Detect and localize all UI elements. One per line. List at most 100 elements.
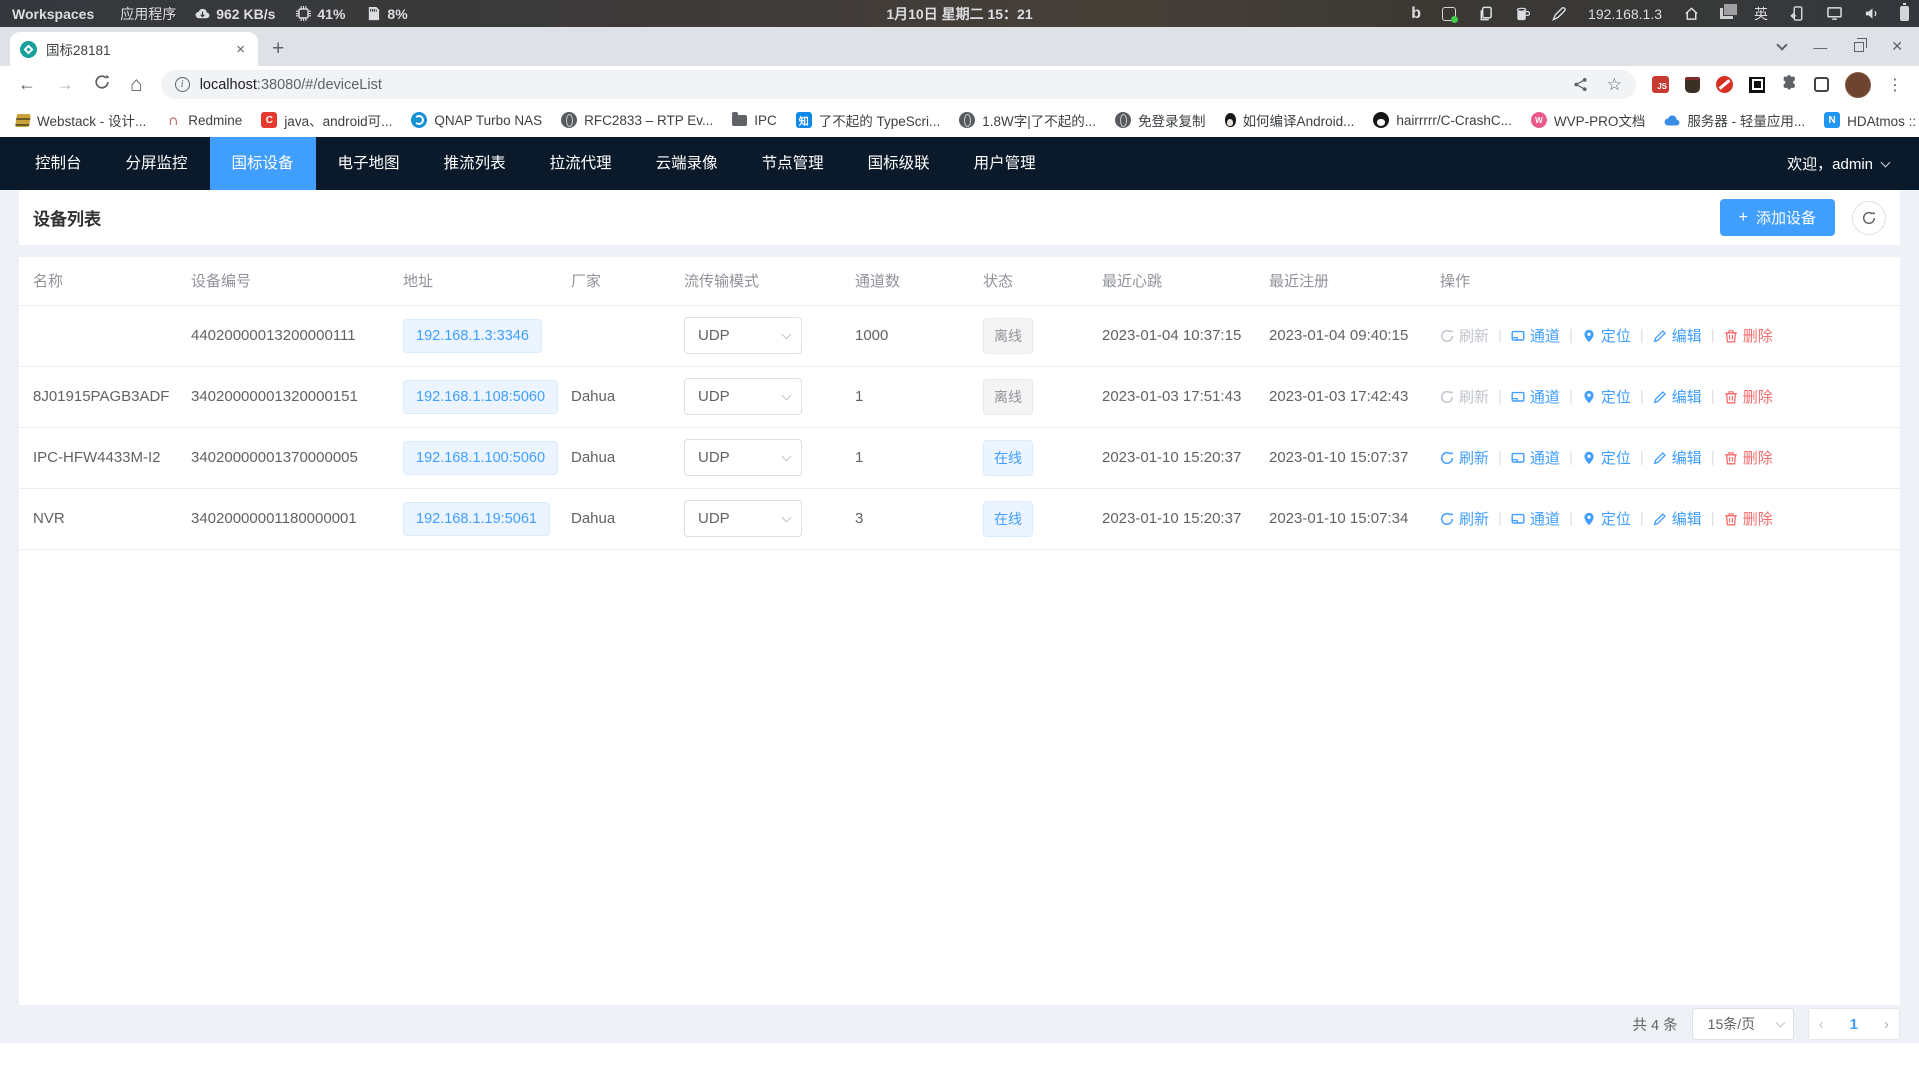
nav-item-pull-proxy[interactable]: 拉流代理: [528, 137, 634, 190]
edit-action[interactable]: 编辑: [1653, 447, 1702, 468]
js-extension-icon[interactable]: JS: [1652, 76, 1669, 93]
delete-action[interactable]: 删除: [1724, 447, 1773, 468]
bookmark-item[interactable]: 如何编译Android...: [1225, 110, 1355, 130]
home-button[interactable]: ⌂: [120, 73, 153, 97]
cell-manufacturer: Dahua: [563, 488, 676, 549]
channel-action[interactable]: 通道: [1511, 325, 1560, 346]
site-info-icon[interactable]: i: [175, 77, 190, 92]
edit-action[interactable]: 编辑: [1653, 508, 1702, 529]
battery-icon[interactable]: [1900, 6, 1909, 21]
bookmark-item[interactable]: QNAP Turbo NAS: [411, 112, 542, 128]
side-panel-icon[interactable]: [1814, 77, 1829, 92]
edit-action[interactable]: 编辑: [1653, 386, 1702, 407]
bookmark-item[interactable]: Webstack - 设计...: [16, 110, 146, 130]
bookmark-item[interactable]: 免登录复制: [1115, 110, 1206, 130]
stream-mode-select[interactable]: UDP: [684, 439, 802, 476]
refresh-action[interactable]: 刷新: [1440, 447, 1489, 468]
home-tray-icon[interactable]: [1683, 6, 1699, 22]
volume-icon[interactable]: [1863, 6, 1879, 22]
github-favicon-icon: [1373, 112, 1389, 128]
screenshot-app-tray-icon[interactable]: [1442, 7, 1456, 21]
reload-button[interactable]: [84, 74, 120, 95]
refresh-action[interactable]: 刷新: [1440, 386, 1489, 407]
edit-action[interactable]: 编辑: [1653, 325, 1702, 346]
prev-page-button[interactable]: ‹: [1819, 1016, 1824, 1033]
nav-item-node-manage[interactable]: 节点管理: [740, 137, 846, 190]
workspaces-button[interactable]: Workspaces: [12, 6, 94, 22]
display-icon[interactable]: [1826, 6, 1842, 22]
restore-button[interactable]: [1854, 42, 1864, 52]
blocker-extension-icon[interactable]: [1716, 76, 1733, 93]
bookmark-item[interactable]: 服务器 - 轻量应用...: [1664, 110, 1805, 130]
clipboard-tray-icon[interactable]: [1477, 6, 1493, 22]
bookmark-item[interactable]: Cjava、android可...: [261, 110, 392, 130]
input-method-indicator[interactable]: 英: [1754, 4, 1768, 24]
black-square-extension-icon[interactable]: [1749, 77, 1765, 93]
next-page-button[interactable]: ›: [1884, 1016, 1889, 1033]
bookmark-item[interactable]: 1.8W字|了不起的...: [959, 110, 1096, 130]
delete-action[interactable]: 删除: [1724, 508, 1773, 529]
color-picker-tray-icon[interactable]: [1551, 6, 1567, 22]
bookmark-item[interactable]: RFC2833 – RTP Ev...: [561, 112, 713, 128]
minimize-button[interactable]: —: [1813, 39, 1827, 55]
delete-action[interactable]: 删除: [1724, 325, 1773, 346]
close-window-button[interactable]: ✕: [1891, 38, 1903, 55]
back-button[interactable]: ←: [8, 74, 46, 95]
locate-action[interactable]: 定位: [1582, 325, 1631, 346]
current-page[interactable]: 1: [1850, 1016, 1858, 1033]
tab-close-icon[interactable]: ×: [233, 41, 248, 58]
nav-item-gb-cascade[interactable]: 国标级联: [846, 137, 952, 190]
user-menu[interactable]: 欢迎，admin: [1787, 153, 1919, 174]
nav-item-cloud-record[interactable]: 云端录像: [634, 137, 740, 190]
coffee-tray-icon[interactable]: [1514, 6, 1530, 22]
channel-action[interactable]: 通道: [1511, 447, 1560, 468]
browser-tab[interactable]: 国标28181 ×: [10, 32, 258, 66]
locate-action[interactable]: 定位: [1582, 386, 1631, 407]
cell-device-id: 34020000001370000005: [183, 427, 395, 488]
ip-address-indicator[interactable]: 192.168.1.3: [1588, 6, 1662, 22]
browser-menu-icon[interactable]: ⋮: [1887, 75, 1903, 95]
channel-action[interactable]: 通道: [1511, 386, 1560, 407]
nav-item-map[interactable]: 电子地图: [316, 137, 422, 190]
bookmark-item[interactable]: NHDAtmos :: 种子 *...: [1824, 110, 1919, 130]
workspace-switcher-icon[interactable]: [1720, 8, 1733, 19]
forward-button[interactable]: →: [46, 74, 84, 95]
bookmark-item[interactable]: hairrrrr/C-CrashC...: [1373, 112, 1512, 128]
delete-action[interactable]: 删除: [1724, 386, 1773, 407]
profile-avatar[interactable]: [1845, 72, 1871, 98]
refresh-action[interactable]: 刷新: [1440, 508, 1489, 529]
locate-action[interactable]: 定位: [1582, 447, 1631, 468]
stream-mode-select[interactable]: UDP: [684, 317, 802, 354]
nav-item-split-monitor[interactable]: 分屏监控: [104, 137, 210, 190]
nav-item-push-list[interactable]: 推流列表: [422, 137, 528, 190]
dark-extension-icon[interactable]: [1685, 77, 1700, 93]
tab-search-chevron-icon[interactable]: [1777, 39, 1788, 50]
nav-item-console[interactable]: 控制台: [13, 137, 104, 190]
applications-menu[interactable]: 应用程序: [120, 4, 176, 24]
refresh-action[interactable]: 刷新: [1440, 325, 1489, 346]
globe-favicon-icon: [959, 112, 975, 128]
refresh-list-button[interactable]: [1852, 201, 1886, 235]
locate-action[interactable]: 定位: [1582, 508, 1631, 529]
cpu-usage-indicator: 41%: [295, 6, 345, 22]
bookmark-item[interactable]: ∩Redmine: [165, 112, 242, 128]
bing-tray-icon[interactable]: b: [1411, 5, 1421, 23]
phone-link-icon[interactable]: [1789, 6, 1805, 22]
page-size-select[interactable]: 15条/页: [1692, 1008, 1794, 1040]
stream-mode-select[interactable]: UDP: [684, 378, 802, 415]
bookmark-item[interactable]: WWVP-PRO文档: [1531, 110, 1646, 130]
bookmark-item[interactable]: 知了不起的 TypeScri...: [796, 110, 941, 130]
pager: ‹ 1 ›: [1808, 1008, 1900, 1040]
new-tab-button[interactable]: +: [272, 37, 284, 66]
cell-channels: 1: [847, 427, 975, 488]
add-device-button[interactable]: + 添加设备: [1720, 199, 1835, 236]
bookmark-star-icon[interactable]: ☆: [1607, 75, 1622, 95]
address-bar[interactable]: i localhost :38080/#/deviceList ☆: [161, 70, 1636, 99]
bookmark-folder[interactable]: IPC: [732, 113, 777, 128]
channel-action[interactable]: 通道: [1511, 508, 1560, 529]
nav-item-gb-devices[interactable]: 国标设备: [210, 137, 316, 190]
share-icon[interactable]: [1573, 77, 1589, 93]
extensions-puzzle-icon[interactable]: [1781, 74, 1798, 96]
nav-item-user-manage[interactable]: 用户管理: [952, 137, 1058, 190]
stream-mode-select[interactable]: UDP: [684, 500, 802, 537]
